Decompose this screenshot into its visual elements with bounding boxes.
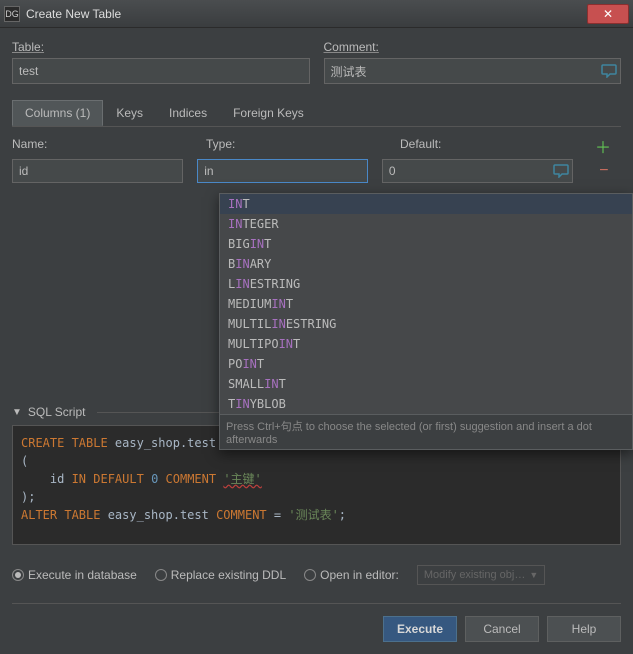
radio-icon — [12, 569, 24, 581]
replace-ddl-radio[interactable]: Replace existing DDL — [155, 568, 286, 582]
close-button[interactable]: ✕ — [587, 4, 629, 24]
radio-icon — [304, 569, 316, 581]
autocomplete-item[interactable]: MEDIUMINT — [220, 294, 632, 314]
type-column-label: Type: — [206, 137, 386, 155]
column-type-input[interactable] — [198, 164, 367, 178]
help-button[interactable]: Help — [547, 616, 621, 642]
sql-script-label: SQL Script — [28, 405, 86, 419]
name-column-label: Name: — [12, 137, 192, 155]
autocomplete-item[interactable]: BINARY — [220, 254, 632, 274]
autocomplete-item[interactable]: INT — [220, 194, 632, 214]
chevron-down-icon: ▼ — [529, 570, 538, 580]
column-default-wrap[interactable] — [382, 159, 573, 183]
autocomplete-item[interactable]: MULTILINESTRING — [220, 314, 632, 334]
modify-existing-dropdown: Modify existing obj… ▼ — [417, 565, 545, 585]
dialog-body: Table: Comment: Columns (1) Keys Indices… — [0, 28, 633, 654]
table-label: Table: — [12, 40, 310, 54]
autocomplete-item[interactable]: INTEGER — [220, 214, 632, 234]
autocomplete-item[interactable]: SMALLINT — [220, 374, 632, 394]
autocomplete-item[interactable]: MULTIPOINT — [220, 334, 632, 354]
dialog-buttons: Execute Cancel Help — [12, 603, 621, 642]
cancel-button[interactable]: Cancel — [465, 616, 539, 642]
titlebar: DG Create New Table ✕ — [0, 0, 633, 28]
comment-input[interactable] — [325, 64, 599, 78]
tab-indices[interactable]: Indices — [156, 100, 220, 126]
open-editor-radio[interactable]: Open in editor: — [304, 568, 399, 582]
execute-button[interactable]: Execute — [383, 616, 457, 642]
execute-in-db-radio[interactable]: Execute in database — [12, 568, 137, 582]
radio-icon — [155, 569, 167, 581]
column-default-input[interactable] — [383, 164, 550, 178]
default-column-label: Default: — [400, 137, 571, 155]
autocomplete-item[interactable]: BIGINT — [220, 234, 632, 254]
tab-keys[interactable]: Keys — [103, 100, 156, 126]
autocomplete-item[interactable]: TINYBLOB — [220, 394, 632, 414]
tab-columns[interactable]: Columns (1) — [12, 100, 103, 126]
speech-bubble-icon[interactable] — [598, 59, 620, 83]
column-type-input-wrap[interactable] — [197, 159, 368, 183]
remove-column-button[interactable]: − — [595, 162, 613, 180]
table-input[interactable] — [13, 64, 309, 78]
comment-input-wrap[interactable] — [324, 58, 622, 84]
autocomplete-item[interactable]: LINESTRING — [220, 274, 632, 294]
autocomplete-popup: INTINTEGERBIGINTBINARYLINESTRINGMEDIUMIN… — [219, 193, 633, 450]
app-icon: DG — [4, 6, 20, 22]
collapse-icon: ▼ — [12, 407, 22, 418]
table-input-wrap[interactable] — [12, 58, 310, 84]
speech-bubble-icon[interactable] — [550, 159, 572, 183]
column-name-input[interactable] — [12, 159, 183, 183]
autocomplete-item[interactable]: POINT — [220, 354, 632, 374]
add-column-button[interactable]: ＋ — [594, 137, 612, 155]
tabs: Columns (1) Keys Indices Foreign Keys — [12, 100, 621, 127]
comment-label: Comment: — [324, 40, 622, 54]
tab-foreign-keys[interactable]: Foreign Keys — [220, 100, 317, 126]
window-title: Create New Table — [26, 7, 587, 21]
autocomplete-hint: Press Ctrl+句点 to choose the selected (or… — [220, 414, 632, 449]
options-row: Execute in database Replace existing DDL… — [12, 561, 621, 589]
